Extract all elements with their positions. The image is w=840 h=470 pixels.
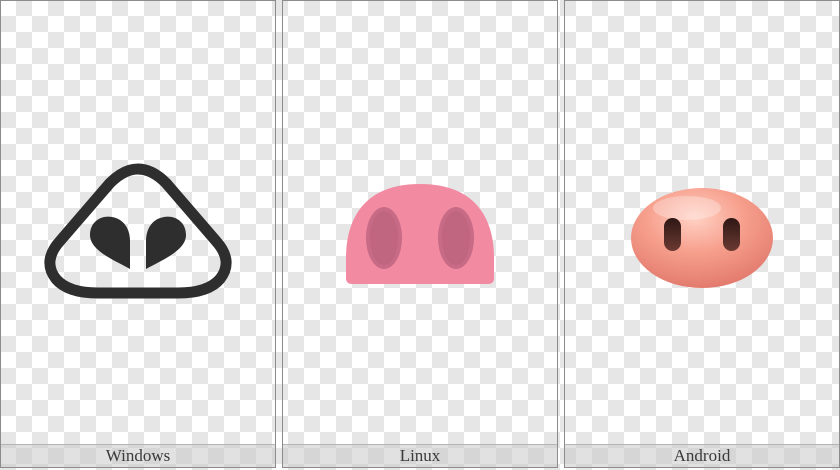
panel-windows: Windows xyxy=(0,0,276,468)
emoji-comparison-grid: Windows Linux Android xyxy=(0,0,840,470)
platform-label: Linux xyxy=(283,444,557,467)
panel-android: Android xyxy=(564,0,840,468)
platform-label: Android xyxy=(565,444,839,467)
panel-linux: Linux xyxy=(282,0,558,468)
pig-nose-icon xyxy=(38,155,238,315)
pig-nose-icon xyxy=(627,180,777,290)
pig-nose-icon xyxy=(340,180,500,290)
platform-label: Windows xyxy=(1,444,275,467)
